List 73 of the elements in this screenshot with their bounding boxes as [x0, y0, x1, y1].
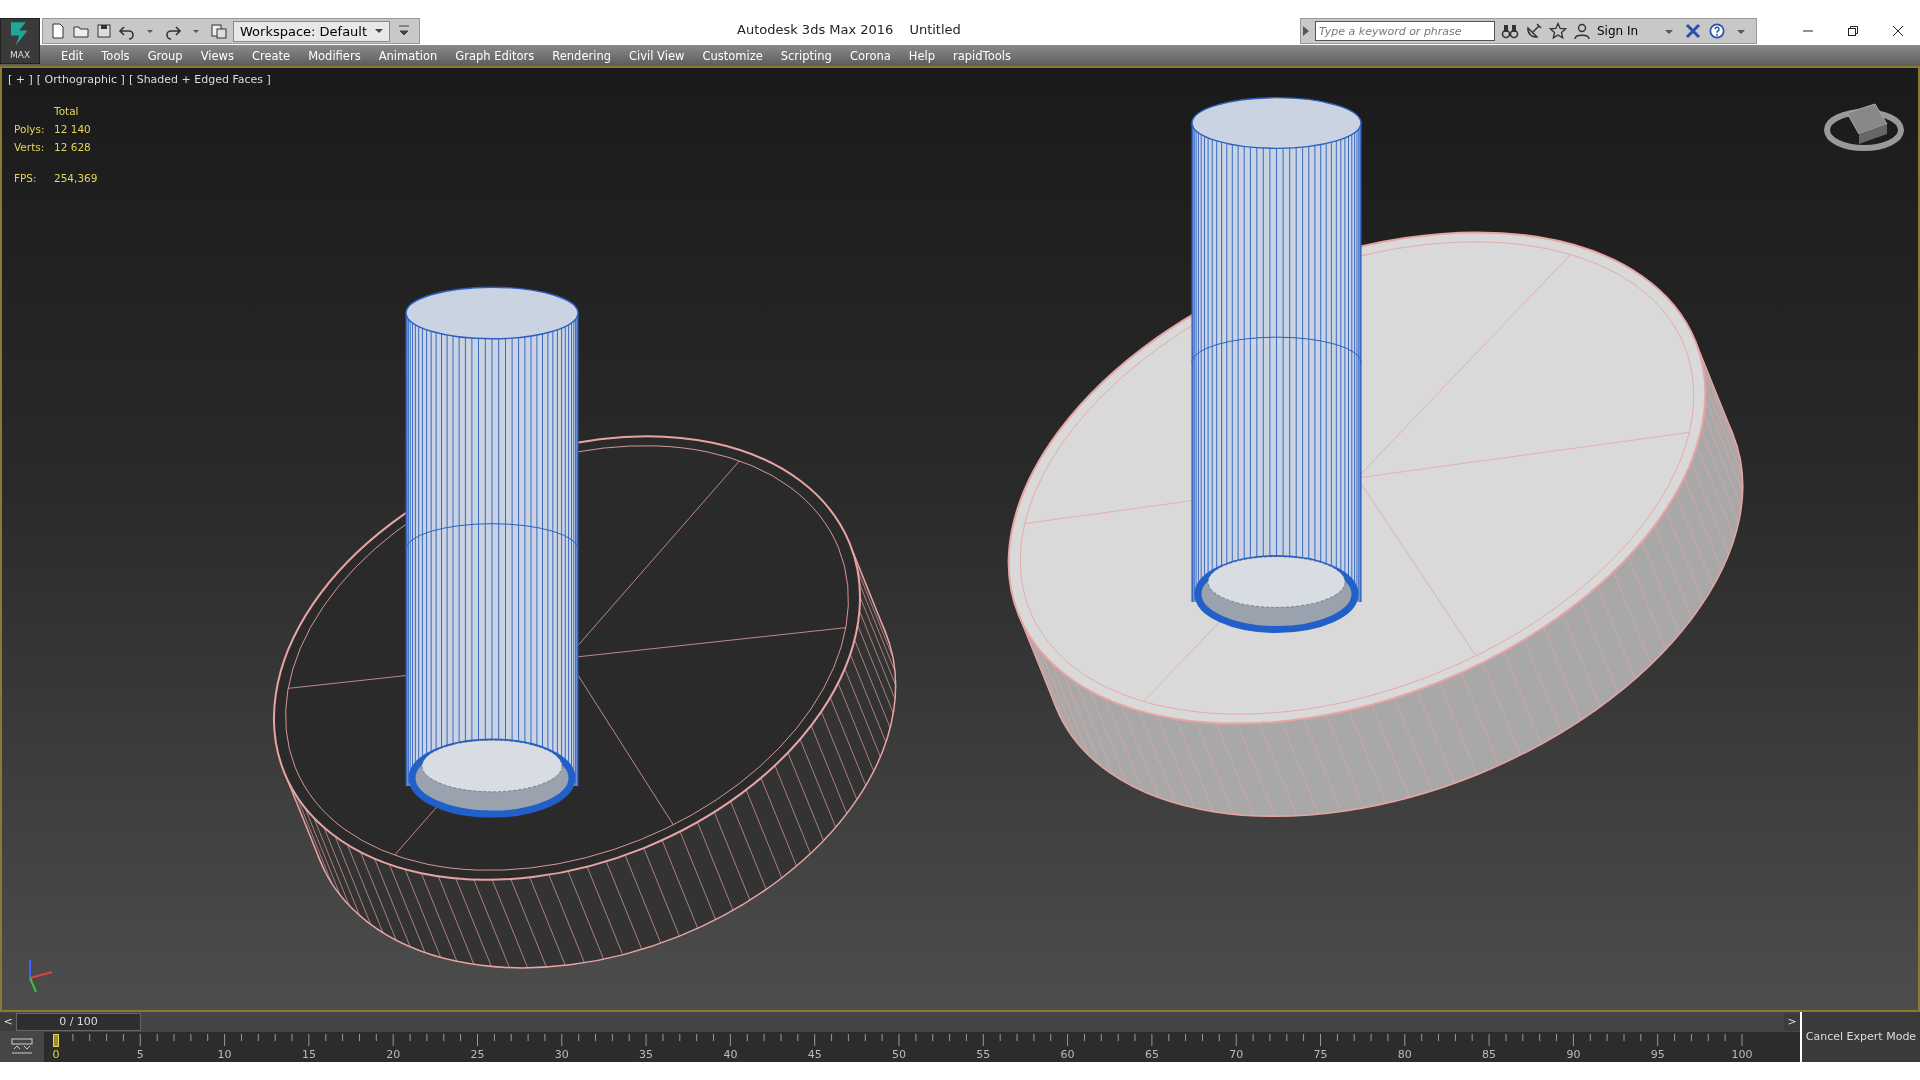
- viewport-label[interactable]: [ Shaded + Edged Faces ]: [128, 72, 271, 89]
- app-logo[interactable]: MAX: [0, 18, 40, 64]
- help-icon[interactable]: [1708, 22, 1726, 40]
- exchange-x-icon[interactable]: [1684, 22, 1702, 40]
- menu-item[interactable]: Tools: [92, 46, 139, 65]
- stat-value: 12 140: [54, 121, 92, 137]
- frame-number: 75: [1313, 1049, 1328, 1061]
- stat-label: Polys:: [14, 121, 46, 137]
- workspace-dropdown[interactable]: Workspace: Default: [233, 20, 391, 42]
- document-title: Untitled: [909, 21, 961, 39]
- stat-label: FPS:: [14, 171, 38, 187]
- frame-number: 10: [217, 1049, 232, 1061]
- frame-number: 15: [301, 1049, 316, 1061]
- frame-number: 60: [1060, 1049, 1075, 1061]
- menu-item[interactable]: rapidTools: [944, 46, 1020, 65]
- new-file-icon[interactable]: [49, 22, 67, 40]
- frame-number: 25: [470, 1049, 485, 1061]
- menu-item[interactable]: Help: [899, 46, 945, 65]
- sign-in-link[interactable]: Sign In: [1597, 22, 1639, 40]
- menu-item[interactable]: Modifiers: [299, 46, 370, 65]
- star-icon[interactable]: [1549, 22, 1567, 40]
- axis-tripod-icon: [29, 959, 53, 993]
- frame-number: 90: [1566, 1049, 1581, 1061]
- frame-number: 20: [386, 1049, 401, 1061]
- time-slider-thumb[interactable]: 0 / 100: [16, 1013, 141, 1031]
- menu-item[interactable]: Customize: [693, 46, 772, 65]
- binoculars-icon[interactable]: [1501, 22, 1519, 40]
- close-icon: [1891, 25, 1904, 37]
- viewport-label[interactable]: [ Orthographic ]: [36, 72, 125, 89]
- frame-number: 50: [892, 1049, 906, 1061]
- frame-number: 40: [723, 1049, 738, 1061]
- curve-editor-icon[interactable]: [10, 1037, 34, 1057]
- satellite-dish-icon[interactable]: [1525, 22, 1543, 40]
- frame-number: 95: [1650, 1049, 1665, 1061]
- logo-text: MAX: [9, 48, 31, 62]
- menu-item[interactable]: Views: [191, 46, 243, 65]
- frame-number: 45: [807, 1049, 822, 1061]
- restore-icon: [1846, 25, 1859, 37]
- menu-item[interactable]: Group: [138, 46, 192, 65]
- stat-value: 254,369: [54, 171, 98, 187]
- save-icon[interactable]: [95, 22, 113, 40]
- stat-label: Verts:: [14, 139, 46, 155]
- frame-number: 5: [136, 1049, 144, 1061]
- app-title: Autodesk 3ds Max 2016: [737, 21, 894, 39]
- project-folder-icon[interactable]: [210, 22, 228, 40]
- frame-number: 30: [554, 1049, 569, 1061]
- frame-number: 100: [1731, 1049, 1753, 1061]
- view-cube-icon[interactable]: [1824, 103, 1904, 151]
- caret-icon: [375, 28, 384, 34]
- viewport-label[interactable]: [ + ]: [8, 72, 33, 89]
- next-frame-button[interactable]: >: [1784, 1013, 1800, 1031]
- menu-item[interactable]: Edit: [52, 46, 93, 65]
- previous-frame-button[interactable]: <: [0, 1013, 16, 1031]
- stats-heading: Total: [54, 104, 80, 119]
- menu-item[interactable]: Corona: [840, 46, 900, 65]
- frame-number: 65: [1144, 1049, 1159, 1061]
- user-icon: [1573, 22, 1591, 40]
- frame-number: 80: [1397, 1049, 1412, 1061]
- frame-number: 85: [1482, 1049, 1497, 1061]
- menu-item[interactable]: Create: [242, 46, 300, 65]
- menu-item[interactable]: Civil View: [620, 46, 694, 65]
- menu-item[interactable]: Graph Editors: [446, 46, 544, 65]
- menu-item[interactable]: Rendering: [543, 46, 620, 65]
- cancel-expert-mode-button[interactable]: Cancel Expert Mode: [1802, 1012, 1920, 1062]
- frame-number: 70: [1229, 1049, 1244, 1061]
- search-field[interactable]: Type a keyword or phrase: [1315, 21, 1495, 41]
- stat-value: 12 628: [54, 139, 92, 155]
- frame-number: 35: [639, 1049, 654, 1061]
- menu-item[interactable]: Animation: [369, 46, 447, 65]
- menu-item[interactable]: Scripting: [771, 46, 841, 65]
- frame-number: 55: [976, 1049, 991, 1061]
- frame-number: 0: [52, 1049, 60, 1061]
- expand-arrow-icon[interactable]: [1303, 26, 1309, 36]
